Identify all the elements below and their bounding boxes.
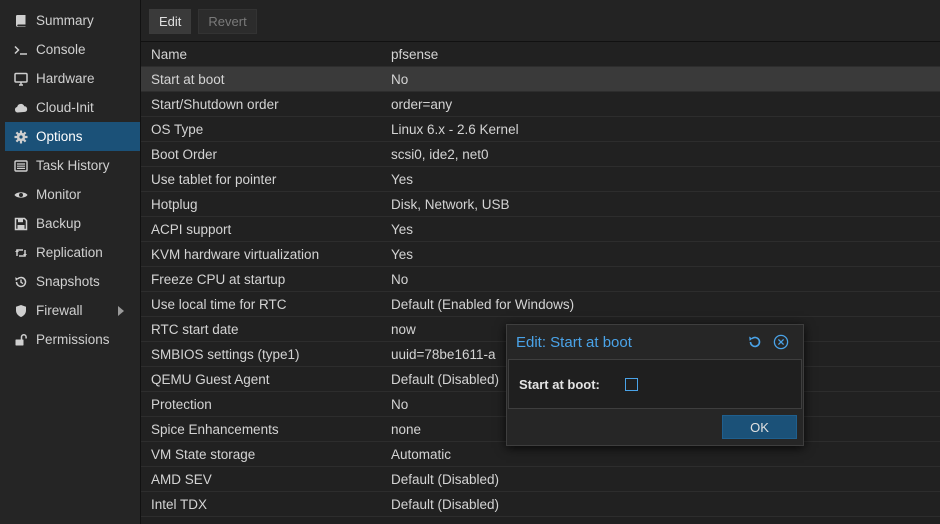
- option-value: Yes: [391, 221, 414, 237]
- option-name: Start at boot: [151, 71, 225, 87]
- eye-icon: [14, 188, 28, 202]
- option-name: RTC start date: [151, 321, 239, 337]
- option-value: pfsense: [391, 46, 439, 62]
- option-value: Yes: [391, 171, 414, 187]
- sidebar-item-summary[interactable]: Summary: [0, 6, 140, 35]
- option-value: Automatic: [391, 446, 452, 462]
- table-row[interactable]: Use local time for RTC Default (Enabled f…: [141, 292, 940, 317]
- table-row[interactable]: ACPI support Yes: [141, 217, 940, 242]
- table-row[interactable]: Start/Shutdown order order=any: [141, 92, 940, 117]
- dialog-header: Edit: Start at boot: [507, 325, 803, 359]
- gear-icon: [14, 130, 28, 144]
- sidebar-item-label: Firewall: [36, 303, 83, 318]
- dialog-body: Start at boot:: [508, 359, 802, 409]
- option-value: Yes: [391, 246, 414, 262]
- sidebar-item-label: Hardware: [36, 71, 95, 86]
- option-value: Default (Disabled): [391, 471, 500, 487]
- sidebar-item-replication[interactable]: Replication: [0, 238, 140, 267]
- table-row[interactable]: KVM hardware virtualization Yes: [141, 242, 940, 267]
- table-row[interactable]: Freeze CPU at startup No: [141, 267, 940, 292]
- toolbar: Edit Revert: [141, 0, 940, 42]
- option-name: Spice Enhancements: [151, 421, 279, 437]
- sidebar-item-label: Cloud-Init: [36, 100, 94, 115]
- sidebar-item-label: Task History: [36, 158, 110, 173]
- sidebar: Summary Console Hardware Cloud-Init Options T…: [0, 0, 141, 524]
- option-value: No: [391, 71, 409, 87]
- option-name: QEMU Guest Agent: [151, 371, 270, 387]
- close-circle-icon[interactable]: [773, 334, 789, 350]
- unlock-icon: [14, 333, 28, 347]
- option-name: Use local time for RTC: [151, 296, 287, 312]
- table-row[interactable]: OS Type Linux 6.x - 2.6 Kernel: [141, 117, 940, 142]
- sidebar-item-label: Permissions: [36, 332, 110, 347]
- start-at-boot-label: Start at boot:: [519, 376, 600, 392]
- undo-icon[interactable]: [747, 334, 763, 350]
- sidebar-item-label: Console: [36, 42, 86, 57]
- desktop-icon: [14, 72, 28, 86]
- revert-button[interactable]: Revert: [198, 9, 257, 34]
- edit-dialog: Edit: Start at boot Start at boot: OK: [506, 324, 804, 446]
- table-row[interactable]: Boot Order scsi0, ide2, net0: [141, 142, 940, 167]
- sidebar-item-snapshots[interactable]: Snapshots: [0, 267, 140, 296]
- option-name: SMBIOS settings (type1): [151, 346, 300, 362]
- option-name: Protection: [151, 396, 212, 412]
- option-name: Name: [151, 46, 188, 62]
- option-name: Boot Order: [151, 146, 218, 162]
- cloud-icon: [14, 101, 28, 115]
- option-value: No: [391, 271, 409, 287]
- option-name: ACPI support: [151, 221, 232, 237]
- option-value: order=any: [391, 96, 453, 112]
- option-name: VM State storage: [151, 446, 256, 462]
- ok-button[interactable]: OK: [722, 415, 797, 439]
- start-at-boot-checkbox[interactable]: [625, 377, 638, 391]
- edit-button[interactable]: Edit: [149, 9, 192, 34]
- option-name: Intel TDX: [151, 496, 208, 512]
- option-name: Use tablet for pointer: [151, 171, 277, 187]
- option-value: Default (Enabled for Windows): [391, 296, 575, 312]
- sidebar-item-task-history[interactable]: Task History: [0, 151, 140, 180]
- option-name: Start/Shutdown order: [151, 96, 279, 112]
- table-row[interactable]: AMD SEV Default (Disabled): [141, 467, 940, 492]
- sidebar-item-label: Snapshots: [36, 274, 100, 289]
- sidebar-item-label: Summary: [36, 13, 94, 28]
- sidebar-item-permissions[interactable]: Permissions: [0, 325, 140, 354]
- option-value: Linux 6.x - 2.6 Kernel: [391, 121, 519, 137]
- sidebar-item-monitor[interactable]: Monitor: [0, 180, 140, 209]
- table-row[interactable]: Start at boot No: [141, 67, 940, 92]
- option-value: scsi0, ide2, net0: [391, 146, 489, 162]
- table-row[interactable]: Name pfsense: [141, 42, 940, 67]
- sidebar-item-options[interactable]: Options: [5, 122, 140, 151]
- option-name: OS Type: [151, 121, 204, 137]
- book-icon: [14, 14, 28, 28]
- table-row[interactable]: Intel TDX Default (Disabled): [141, 492, 940, 517]
- sidebar-item-firewall[interactable]: Firewall: [0, 296, 140, 325]
- history-icon: [14, 275, 28, 289]
- sidebar-item-cloud-init[interactable]: Cloud-Init: [0, 93, 140, 122]
- caret-right-icon[interactable]: [118, 306, 124, 316]
- retweet-icon: [14, 246, 28, 260]
- sidebar-item-label: Options: [36, 129, 83, 144]
- dialog-title: Edit: Start at boot: [516, 333, 632, 351]
- table-row[interactable]: Hotplug Disk, Network, USB: [141, 192, 940, 217]
- sidebar-item-backup[interactable]: Backup: [0, 209, 140, 238]
- option-name: Hotplug: [151, 196, 198, 212]
- terminal-icon: [14, 43, 28, 57]
- sidebar-item-console[interactable]: Console: [0, 35, 140, 64]
- option-name: AMD SEV: [151, 471, 212, 487]
- sidebar-item-hardware[interactable]: Hardware: [0, 64, 140, 93]
- option-value: Disk, Network, USB: [391, 196, 510, 212]
- option-name: Freeze CPU at startup: [151, 271, 286, 287]
- floppy-icon: [14, 217, 28, 231]
- option-value: Default (Disabled): [391, 496, 500, 512]
- dialog-footer: OK: [507, 409, 803, 445]
- sidebar-item-label: Replication: [36, 245, 103, 260]
- table-row[interactable]: Use tablet for pointer Yes: [141, 167, 940, 192]
- list-icon: [14, 159, 28, 173]
- shield-icon: [14, 304, 28, 318]
- option-name: KVM hardware virtualization: [151, 246, 320, 262]
- sidebar-item-label: Backup: [36, 216, 82, 231]
- sidebar-item-label: Monitor: [36, 187, 82, 202]
